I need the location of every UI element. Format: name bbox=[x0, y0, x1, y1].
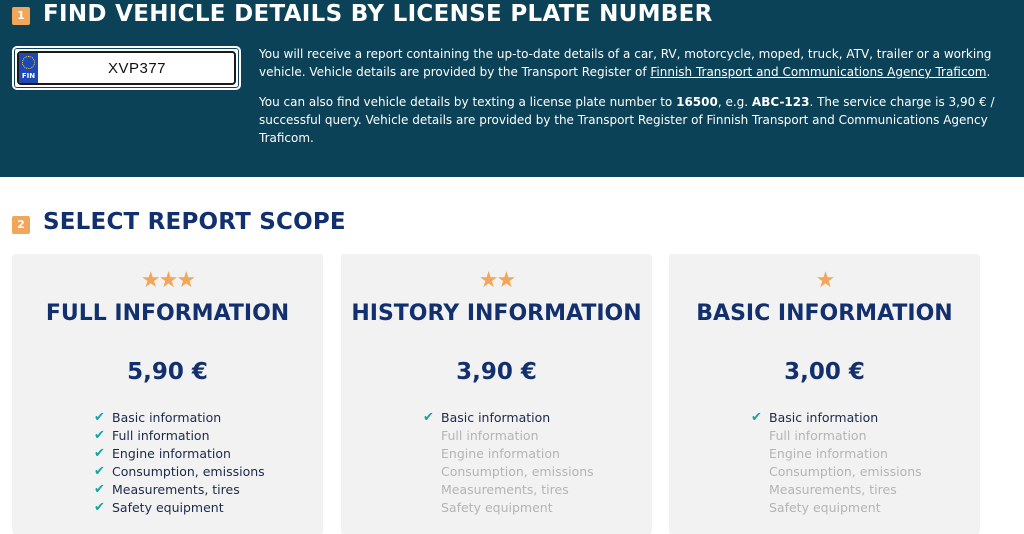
eu-stars-icon bbox=[22, 56, 35, 69]
check-icon: ✔ bbox=[94, 410, 105, 425]
feature-item: Engine information bbox=[423, 445, 594, 463]
plate-country-code: FIN bbox=[21, 72, 36, 80]
feature-list: ✔ Basic information ✔ Full information ✔ Engi… bbox=[94, 409, 265, 517]
feature-item: Consumption, emissions bbox=[423, 463, 594, 481]
plan-price: 5,90 € bbox=[127, 359, 208, 385]
traficom-link[interactable]: Finnish Transport and Communications Age… bbox=[650, 65, 986, 79]
feature-label: Engine information bbox=[769, 446, 888, 461]
plan-title: BASIC INFORMATION bbox=[696, 301, 953, 326]
check-icon: ✔ bbox=[94, 428, 105, 443]
feature-label: Safety equipment bbox=[769, 500, 881, 515]
report-description-end: . bbox=[986, 65, 991, 79]
eu-flag-strip: FIN bbox=[19, 53, 38, 83]
step-badge-2: 2 bbox=[12, 216, 30, 234]
feature-label: Basic information bbox=[769, 410, 879, 425]
plan-card-full[interactable]: ★★★ FULL INFORMATION 5,90 € ✔ Basic infor… bbox=[12, 254, 323, 534]
feature-label: Full information bbox=[441, 428, 539, 443]
feature-label: Engine information bbox=[112, 446, 231, 461]
sms-text-middle: , e.g. bbox=[717, 95, 752, 109]
plan-card-basic[interactable]: ★ BASIC INFORMATION 3,00 € ✔ Basic inform… bbox=[669, 254, 980, 534]
check-icon: ✔ bbox=[94, 464, 105, 479]
license-plate-field[interactable]: FIN bbox=[12, 46, 241, 90]
feature-label: Measurements, tires bbox=[441, 482, 569, 497]
feature-label: Full information bbox=[769, 428, 867, 443]
feature-item: ✔ Full information bbox=[94, 427, 265, 445]
step-badge-1: 1 bbox=[12, 7, 30, 25]
feature-item: Full information bbox=[751, 427, 922, 445]
feature-label: Basic information bbox=[112, 410, 222, 425]
sms-number: 16500 bbox=[676, 95, 718, 109]
plan-price: 3,90 € bbox=[456, 359, 537, 385]
feature-label: Safety equipment bbox=[112, 500, 224, 515]
feature-label: Measurements, tires bbox=[769, 482, 897, 497]
check-icon: ✔ bbox=[94, 482, 105, 497]
sms-text-start: You can also find vehicle details by tex… bbox=[259, 95, 677, 109]
feature-item: Safety equipment bbox=[751, 499, 922, 517]
search-hero: 1 FIND VEHICLE DETAILS BY LICENSE PLATE … bbox=[0, 0, 1024, 177]
feature-item: ✔ Engine information bbox=[94, 445, 265, 463]
plan-title: FULL INFORMATION bbox=[45, 301, 290, 326]
feature-item: Consumption, emissions bbox=[751, 463, 922, 481]
feature-item: Measurements, tires bbox=[751, 481, 922, 499]
rating-stars-icon: ★ bbox=[815, 268, 836, 293]
feature-label: Full information bbox=[112, 428, 210, 443]
feature-item: Measurements, tires bbox=[423, 481, 594, 499]
rating-stars-icon: ★★ bbox=[478, 268, 516, 293]
feature-item: ✔ Consumption, emissions bbox=[94, 463, 265, 481]
feature-label: Safety equipment bbox=[441, 500, 553, 515]
page-title: FIND VEHICLE DETAILS BY LICENSE PLATE NU… bbox=[43, 1, 713, 27]
feature-item: ✔ Measurements, tires bbox=[94, 481, 265, 499]
feature-label: Basic information bbox=[441, 410, 551, 425]
feature-item: Full information bbox=[423, 427, 594, 445]
report-description: You will receive a report containing the… bbox=[259, 45, 999, 81]
feature-label: Consumption, emissions bbox=[112, 464, 265, 479]
feature-label: Consumption, emissions bbox=[769, 464, 922, 479]
plan-title: HISTORY INFORMATION bbox=[351, 301, 642, 326]
feature-list: ✔ Basic information Full information Engine… bbox=[751, 409, 922, 517]
feature-label: Measurements, tires bbox=[112, 482, 240, 497]
license-plate-frame: FIN bbox=[17, 51, 236, 85]
plan-price: 3,00 € bbox=[784, 359, 865, 385]
license-plate-input[interactable] bbox=[41, 53, 233, 83]
check-icon: ✔ bbox=[751, 410, 762, 425]
sms-description: You can also find vehicle details by tex… bbox=[259, 93, 999, 147]
section-title: SELECT REPORT SCOPE bbox=[43, 209, 346, 235]
feature-item: Engine information bbox=[751, 445, 922, 463]
feature-item: ✔ Basic information bbox=[751, 409, 922, 427]
sms-example: ABC-123 bbox=[751, 95, 810, 109]
rating-stars-icon: ★★★ bbox=[140, 268, 196, 293]
plan-card-history[interactable]: ★★ HISTORY INFORMATION 3,90 € ✔ Basic inf… bbox=[341, 254, 652, 534]
feature-label: Consumption, emissions bbox=[441, 464, 594, 479]
feature-item: ✔ Basic information bbox=[423, 409, 594, 427]
feature-list: ✔ Basic information Full information Engine… bbox=[423, 409, 594, 517]
check-icon: ✔ bbox=[94, 500, 105, 515]
check-icon: ✔ bbox=[94, 446, 105, 461]
feature-label: Engine information bbox=[441, 446, 560, 461]
feature-item: ✔ Safety equipment bbox=[94, 499, 265, 517]
feature-item: ✔ Basic information bbox=[94, 409, 265, 427]
feature-item: Safety equipment bbox=[423, 499, 594, 517]
check-icon: ✔ bbox=[423, 410, 434, 425]
